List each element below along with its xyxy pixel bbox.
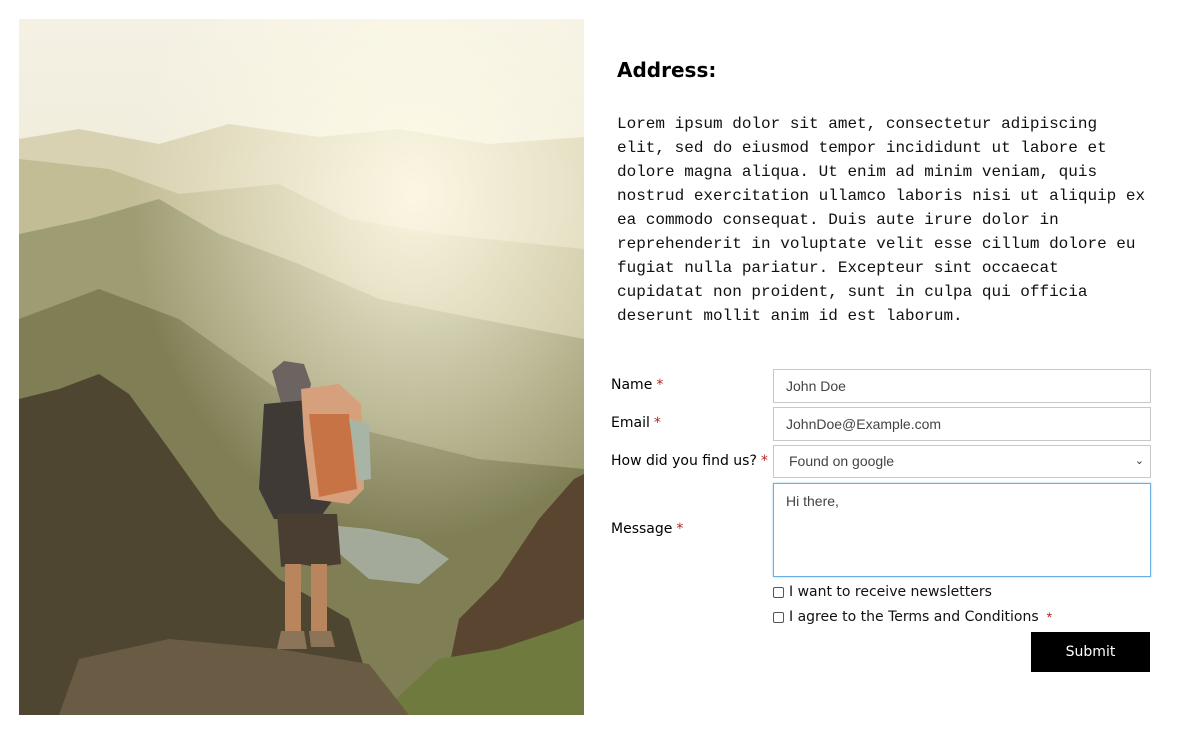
mountain-hiker-illustration (19, 19, 584, 715)
required-marker: * (760, 453, 768, 469)
name-input-value: John Doe (786, 378, 846, 394)
email-input[interactable]: JohnDoe@Example.com (773, 407, 1151, 441)
name-input[interactable]: John Doe (773, 369, 1151, 403)
terms-label: I agree to the Terms and Conditions (789, 609, 1039, 625)
message-label: Message * (611, 521, 683, 537)
newsletter-label: I want to receive newsletters (789, 584, 992, 600)
address-text: Lorem ipsum dolor sit amet, consectetur … (617, 115, 1146, 325)
required-marker: * (656, 377, 664, 393)
message-textarea[interactable]: Hi there, (773, 483, 1151, 577)
email-input-value: JohnDoe@Example.com (786, 416, 942, 432)
terms-option[interactable]: I agree to the Terms and Conditions * (773, 608, 1052, 626)
source-select[interactable]: Found on google ⌄ (773, 445, 1151, 478)
source-select-value: Found on google (789, 453, 895, 469)
email-label: Email * (611, 415, 661, 431)
email-label-text: Email (611, 415, 650, 431)
source-label-text: How did you find us? (611, 453, 757, 469)
name-label-text: Name (611, 377, 653, 393)
required-marker: * (653, 415, 661, 431)
message-label-text: Message (611, 521, 673, 537)
terms-checkbox[interactable] (773, 611, 784, 623)
chevron-down-icon: ⌄ (1134, 455, 1144, 467)
newsletter-checkbox[interactable] (773, 586, 784, 598)
name-label: Name * (611, 377, 663, 393)
source-label: How did you find us? * (611, 453, 768, 469)
submit-button[interactable]: Submit (1031, 632, 1150, 672)
message-textarea-value: Hi there, (786, 493, 839, 509)
required-marker: * (676, 521, 684, 537)
required-marker: * (1046, 609, 1053, 625)
hero-photo (19, 19, 584, 715)
newsletter-option[interactable]: I want to receive newsletters (773, 583, 992, 601)
address-heading: Address: (617, 58, 717, 82)
